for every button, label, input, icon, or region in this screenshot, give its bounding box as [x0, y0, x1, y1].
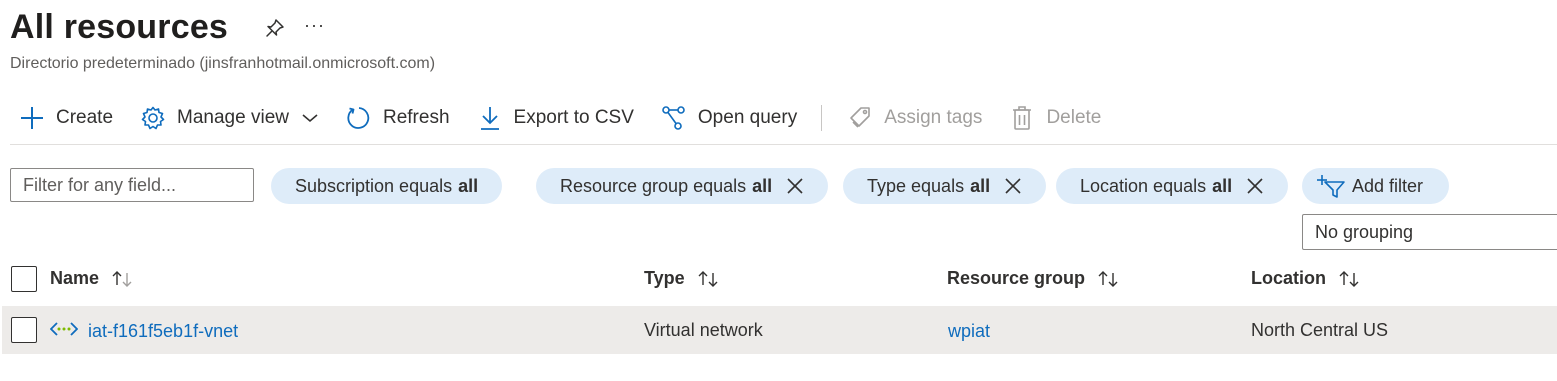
manage-view-button[interactable]: Manage view [139, 100, 319, 136]
header: All resources ··· [10, 8, 325, 47]
sort-icon [1338, 270, 1362, 288]
row-checkbox[interactable] [11, 317, 37, 343]
refresh-button[interactable]: Refresh [345, 100, 450, 136]
open-query-label: Open query [697, 107, 798, 128]
resource-group-link[interactable]: wpiat [948, 321, 990, 342]
sort-icon [697, 270, 721, 288]
add-filter-button[interactable]: Add filter [1302, 168, 1450, 204]
more-options-icon[interactable]: ··· [304, 16, 325, 34]
column-header-resource-group[interactable]: Resource group [947, 268, 1121, 289]
table-header: Name Type Resource group Location [0, 260, 1557, 300]
add-filter-icon [1316, 173, 1346, 199]
add-filter-label: Add filter [1352, 175, 1424, 196]
trash-icon [1008, 104, 1036, 132]
export-csv-button[interactable]: Export to CSV [476, 100, 634, 136]
filter-subscription-value: all [458, 175, 479, 196]
column-name-label: Name [50, 268, 100, 288]
refresh-label: Refresh [382, 107, 450, 128]
close-icon[interactable] [786, 177, 804, 195]
filter-type-value: all [970, 175, 991, 196]
sort-icon [1097, 270, 1121, 288]
manage-view-label: Manage view [177, 107, 289, 128]
column-header-type[interactable]: Type [644, 268, 721, 289]
create-label: Create [56, 107, 114, 128]
column-type-label: Type [644, 268, 685, 288]
assign-tags-label: Assign tags [884, 107, 983, 128]
gear-icon [139, 104, 167, 132]
column-header-name[interactable]: Name [50, 268, 135, 289]
filter-pill-location[interactable]: Location equals all [1056, 168, 1289, 204]
filter-search-input[interactable] [10, 168, 254, 202]
page-title: All resources [10, 8, 229, 46]
download-icon [476, 104, 504, 132]
grouping-value: No grouping [1315, 221, 1414, 242]
filter-location-value: all [1212, 175, 1233, 196]
filter-pill-resource-group[interactable]: Resource group equals all [536, 168, 829, 204]
filter-type-label: Type equals [867, 175, 965, 196]
toolbar-divider [821, 105, 823, 131]
column-resource-group-label: Resource group [947, 268, 1086, 288]
filter-location-label: Location equals [1080, 175, 1207, 196]
grouping-dropdown[interactable]: No grouping [1302, 214, 1557, 250]
plus-icon [18, 104, 46, 132]
resource-location: North Central US [1251, 320, 1389, 340]
pin-icon[interactable] [264, 17, 286, 39]
resource-name-link[interactable]: iat-f161f5eb1f-vnet [88, 321, 238, 342]
close-icon[interactable] [1246, 177, 1264, 195]
export-csv-label: Export to CSV [513, 107, 634, 128]
page-subtitle: Directorio predeterminado (jinsfranhotma… [10, 55, 436, 72]
tag-icon [846, 104, 874, 132]
command-bar: Create Manage view Refresh Export to CSV… [18, 100, 1127, 136]
all-resources-page: All resources ··· Directorio predetermin… [0, 0, 1557, 381]
filter-pill-type[interactable]: Type equals all [843, 168, 1047, 204]
query-graph-icon [660, 104, 688, 132]
create-button[interactable]: Create [18, 100, 113, 136]
filter-resource-group-label: Resource group equals [560, 175, 747, 196]
chevron-down-icon [301, 112, 319, 124]
toolbar-divider-line [10, 144, 1557, 145]
column-header-location[interactable]: Location [1251, 268, 1362, 289]
filter-pill-subscription[interactable]: Subscription equals all [271, 168, 503, 204]
column-location-label: Location [1251, 268, 1326, 288]
select-all-checkbox[interactable] [11, 266, 37, 292]
delete-label: Delete [1046, 107, 1102, 128]
virtual-network-icon [50, 321, 78, 337]
refresh-icon [345, 104, 373, 132]
filter-subscription-label: Subscription equals [295, 175, 453, 196]
filter-resource-group-value: all [752, 175, 773, 196]
sort-icon [111, 270, 135, 288]
open-query-button[interactable]: Open query [660, 100, 797, 136]
table-row[interactable]: iat-f161f5eb1f-vnet Virtual network wpia… [2, 306, 1557, 354]
close-icon[interactable] [1004, 177, 1022, 195]
assign-tags-button[interactable]: Assign tags [846, 100, 982, 136]
resource-type: Virtual network [644, 320, 763, 340]
delete-button[interactable]: Delete [1008, 100, 1101, 136]
